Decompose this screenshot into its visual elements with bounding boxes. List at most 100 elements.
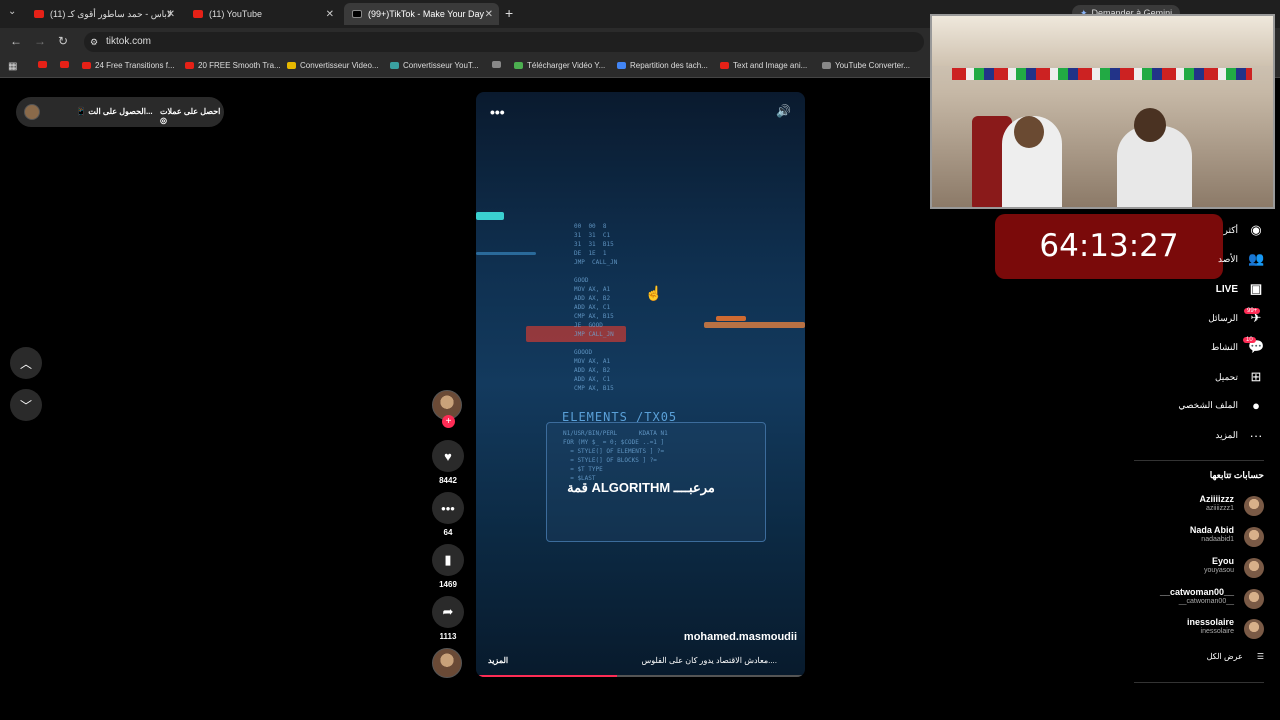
tab-list-chevron-icon[interactable]: ⌄	[8, 6, 16, 17]
hand-cursor-icon: ☝	[645, 285, 663, 301]
tab-youtube-video[interactable]: (11) لاباس - حمد ساطور أقوى كـ ✕	[26, 3, 181, 25]
next-video-button[interactable]: ﹀	[10, 389, 42, 421]
previous-video-button[interactable]: ︿	[10, 347, 42, 379]
author-avatar-button[interactable]: +	[432, 390, 464, 428]
youtube-icon	[60, 61, 69, 68]
person-right-head	[1134, 108, 1166, 142]
following-account[interactable]: Nada Abid nadaabid1	[1134, 525, 1264, 551]
sidebar-item-friends[interactable]: الأصد 👥	[1218, 251, 1264, 267]
music-disc-button[interactable]	[432, 648, 464, 678]
youtube-icon	[720, 62, 729, 69]
avatar	[1244, 589, 1264, 609]
sidebar-item-live[interactable]: LIVE ▣	[1216, 281, 1264, 297]
doc-icon	[617, 62, 626, 69]
close-icon[interactable]: ✕	[326, 9, 334, 20]
following-account[interactable]: __catwoman00__ __catwoman00__	[1134, 587, 1264, 613]
comment-icon: •••	[432, 492, 464, 524]
video-author[interactable]: mohamed.masmoudii	[684, 631, 797, 643]
like-button[interactable]: ♥ 8442	[432, 440, 464, 485]
url-field[interactable]: ⚙ tiktok.com	[84, 32, 924, 52]
more-options-icon[interactable]: •••	[490, 104, 505, 120]
site-info-icon[interactable]: ⚙	[90, 32, 98, 52]
bookmark-item[interactable]: Convertisseur Video...	[287, 61, 379, 70]
chevron-up-icon: ︿	[19, 356, 32, 371]
following-account[interactable]: Aziiiizzz aziiiizzz1	[1134, 494, 1264, 520]
youtube-icon	[38, 61, 47, 68]
glow-bar	[704, 322, 805, 328]
youtube-icon	[34, 10, 44, 18]
save-button[interactable]: ▮ 1469	[432, 544, 464, 589]
video-player[interactable]: 00 00 8 31 31 C1 31 31 B15 DE 1E 1 JMP C…	[476, 92, 805, 677]
share-icon: ➦	[432, 596, 464, 628]
tiktok-icon	[352, 10, 362, 18]
sidebar-item-foryou[interactable]: أكثر ◉	[1224, 222, 1264, 238]
avatar	[432, 648, 462, 678]
video-description: معادش الاقتصاد يدور كان على الفلوس....	[641, 656, 778, 665]
heart-icon: ♥	[432, 440, 464, 472]
bookmark-item[interactable]: YouTube Converter...	[822, 61, 910, 70]
follow-plus-icon[interactable]: +	[442, 415, 455, 428]
bookmark-item[interactable]: 20 FREE Smooth Tra...	[185, 61, 281, 70]
stream-timer: 64:13:27	[995, 214, 1223, 279]
converter-icon	[287, 62, 296, 69]
home-icon: ◉	[1250, 222, 1262, 237]
glow-bar	[476, 252, 536, 255]
see-all-link[interactable]: عرض الكل ☰	[1207, 652, 1264, 661]
apps-grid-icon[interactable]: ▦	[8, 61, 17, 72]
following-account[interactable]: Eyou youyasou	[1134, 556, 1264, 582]
speaker-icon[interactable]: 🔊	[776, 104, 791, 118]
close-icon[interactable]: ✕	[485, 9, 493, 20]
forward-button[interactable]: →	[34, 34, 46, 48]
bookmark-item[interactable]: Text and Image ani...	[720, 61, 807, 70]
close-icon[interactable]: ✕	[167, 9, 175, 20]
reload-button[interactable]: ↻	[58, 34, 68, 48]
avatar	[1244, 527, 1264, 547]
friends-icon: 👥	[1248, 251, 1265, 266]
glow-bar	[716, 316, 746, 321]
bookmark-item[interactable]: Télécharger Vidéo Y...	[514, 61, 605, 70]
youtube-icon	[193, 10, 203, 18]
back-button[interactable]: ←	[10, 34, 22, 48]
list-icon: ☰	[1256, 652, 1264, 661]
sidebar-item-upload[interactable]: تحميل ⊞	[1215, 369, 1264, 385]
see-more-link[interactable]: المزيد	[488, 656, 508, 665]
code-text: 00 00 8 31 31 C1 31 31 B15 DE 1E 1 JMP C…	[574, 223, 618, 392]
bookmark-item[interactable]: 24 Free Transitions f...	[82, 61, 175, 70]
progress-fill	[476, 675, 618, 677]
youtube-icon	[82, 62, 91, 69]
globe-icon	[822, 62, 831, 69]
avatar[interactable]	[24, 104, 40, 120]
globe-icon	[492, 61, 501, 68]
tab-tiktok[interactable]: (99+)TikTok - Make Your Day ✕	[344, 3, 499, 25]
bookmark-item[interactable]: Convertisseur YouT...	[390, 61, 479, 70]
more-icon: ···	[1249, 428, 1263, 443]
sidebar-item-activity[interactable]: النشاط 💬	[1211, 339, 1264, 355]
bookmark-item[interactable]	[60, 61, 73, 68]
following-account[interactable]: inessolaire inessolaire	[1134, 617, 1264, 643]
code-text: N1/USR/BIN/PERL KDATA N1 FOR (MY $_ = 0;…	[563, 430, 668, 482]
bookmark-icon: ▮	[432, 544, 464, 576]
comment-button[interactable]: ••• 64	[432, 492, 464, 537]
bookmark-item[interactable]	[38, 61, 51, 68]
live-icon: ▣	[1249, 281, 1263, 296]
avatar	[1244, 619, 1264, 639]
get-app-button[interactable]: 📱 الحصول على الت...	[76, 107, 153, 116]
new-tab-button[interactable]: +	[505, 5, 513, 21]
chevron-down-icon: ﹀	[19, 398, 32, 413]
get-coins-button[interactable]: احصل على عملات ◎	[160, 107, 224, 125]
video-caption: قمة ALGORITHM مرعبــــ	[567, 480, 715, 495]
avatar	[1244, 496, 1264, 516]
share-button[interactable]: ➦ 1113	[432, 596, 464, 641]
following-title: حسابات تتابعها	[1209, 470, 1264, 480]
sidebar-item-more[interactable]: المزيد ···	[1215, 428, 1264, 443]
profile-icon: ●	[1252, 398, 1260, 413]
promo-pill: 📱 الحصول على الت... احصل على عملات ◎	[16, 97, 224, 127]
ceiling	[932, 16, 1273, 66]
sidebar-item-profile[interactable]: الملف الشخصي ●	[1178, 398, 1264, 413]
bookmark-item[interactable]: Repartition des tach...	[617, 61, 708, 70]
bookmark-item[interactable]	[492, 61, 505, 68]
upload-icon: ⊞	[1250, 369, 1262, 384]
person-left-head	[1014, 116, 1044, 148]
tab-youtube[interactable]: (11) YouTube ✕	[185, 3, 340, 25]
converter-icon	[390, 62, 399, 69]
